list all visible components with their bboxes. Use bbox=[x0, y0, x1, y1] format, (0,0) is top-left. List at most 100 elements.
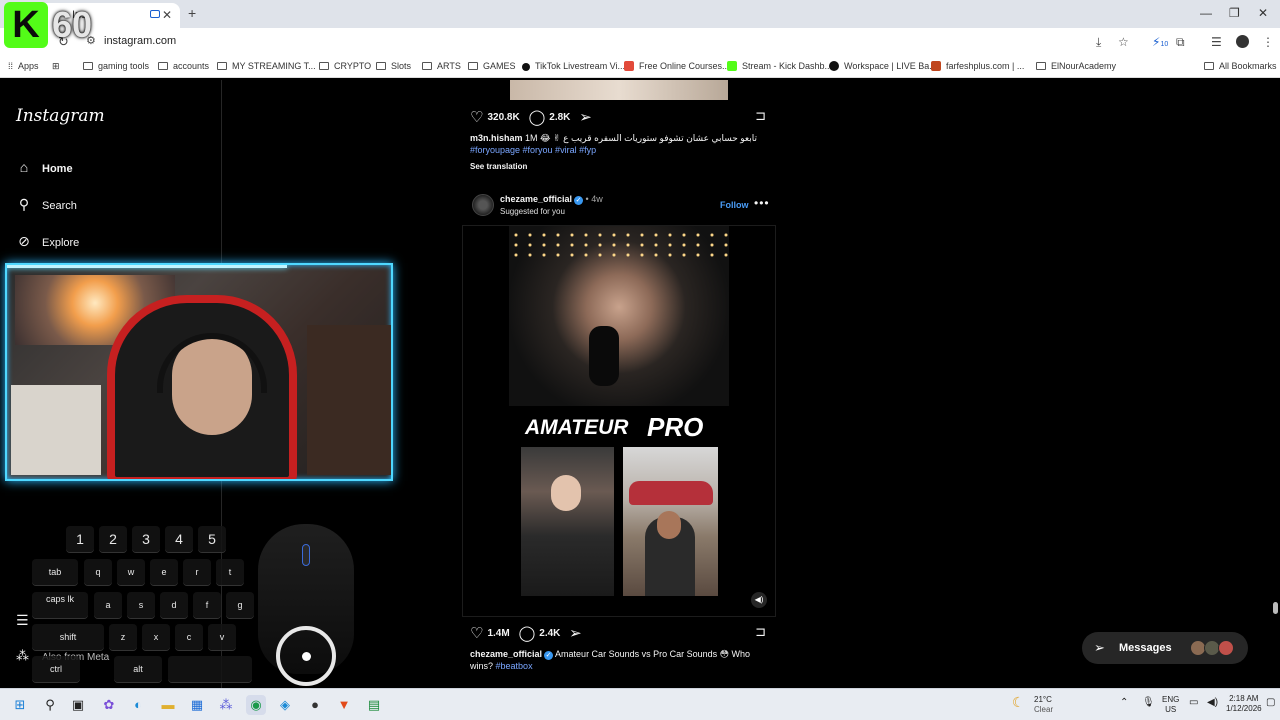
microphone-icon[interactable]: 🎙 bbox=[1142, 698, 1155, 708]
tab-groups-icon[interactable]: ⊞ bbox=[52, 61, 60, 72]
task-view-icon[interactable]: ▣ bbox=[68, 695, 88, 715]
comment-icon[interactable]: ◯ bbox=[528, 108, 545, 126]
post-username[interactable]: chezame_official ✓ • 4w bbox=[500, 194, 603, 205]
close-tab-icon[interactable]: ✕ bbox=[162, 8, 172, 22]
scrollbar-thumb[interactable] bbox=[1273, 602, 1278, 614]
boy-face bbox=[657, 511, 681, 539]
caption-username[interactable]: m3n.hisham bbox=[470, 133, 523, 143]
more-menu-icon[interactable]: ☰ bbox=[16, 612, 29, 629]
key-q: q bbox=[84, 559, 112, 585]
bookmark-folder[interactable]: GAMES bbox=[468, 61, 516, 71]
key-d: d bbox=[160, 592, 188, 618]
bookmark-star-icon[interactable]: ☆ bbox=[1118, 35, 1129, 49]
avatar[interactable] bbox=[472, 194, 494, 216]
reading-list-icon[interactable]: ☰ bbox=[1211, 35, 1222, 49]
key-caps-lock: caps lk bbox=[32, 592, 88, 618]
share-icon[interactable]: ➢ bbox=[579, 108, 592, 126]
bookmark-folder[interactable]: CRYPTO bbox=[319, 61, 371, 71]
store-icon[interactable]: ▦ bbox=[187, 695, 207, 715]
messages-button[interactable]: ➢ Messages bbox=[1082, 632, 1248, 664]
tray-overflow-icon[interactable]: ⌃ bbox=[1120, 698, 1128, 708]
chrome-icon[interactable]: ◉ bbox=[246, 695, 266, 715]
excel-icon[interactable]: ▤ bbox=[364, 695, 384, 715]
bookmark-folder[interactable]: ARTS bbox=[422, 61, 461, 71]
restore-icon[interactable]: ❐ bbox=[1229, 6, 1240, 20]
caption-text: 1M 😂 ✌ تابعو حسابي عشان تشوفو ستوريات ال… bbox=[525, 133, 758, 143]
viewer-count: 60 bbox=[52, 4, 93, 45]
folder-icon bbox=[319, 62, 329, 70]
volume-icon[interactable]: ◀) bbox=[1207, 698, 1218, 708]
extension-badge-icon[interactable]: ⚡10 bbox=[1152, 35, 1168, 49]
app-icon[interactable]: ◈ bbox=[275, 695, 295, 715]
bookmark-folder[interactable]: Slots bbox=[376, 61, 411, 71]
avatar bbox=[1218, 640, 1234, 656]
red-car bbox=[629, 481, 713, 505]
follow-button[interactable]: Follow bbox=[720, 200, 749, 210]
edge-icon[interactable]: ◐ bbox=[128, 695, 148, 715]
pro-clip bbox=[623, 447, 718, 596]
more-options-icon[interactable]: ••• bbox=[754, 196, 770, 210]
minimize-icon[interactable]: — bbox=[1200, 6, 1212, 20]
taskbar-search-icon[interactable]: ⚲ bbox=[40, 695, 60, 715]
save-icon[interactable]: ⊐ bbox=[755, 108, 766, 124]
bookmark-site[interactable]: TikTok Livestream Vi... bbox=[522, 61, 625, 71]
comment-icon[interactable]: ◯ bbox=[518, 624, 535, 642]
microphone bbox=[589, 326, 619, 386]
verified-badge-icon: ✓ bbox=[544, 651, 554, 660]
bookmark-site[interactable]: farfeshplus.com | ... bbox=[931, 61, 1024, 71]
post-media-video[interactable]: AMATEUR PRO ◀) bbox=[462, 225, 776, 617]
teams-icon[interactable]: ⁂ bbox=[216, 695, 236, 715]
sidebar-item-explore[interactable]: ⊘ Explore bbox=[16, 233, 79, 250]
shelf bbox=[11, 385, 101, 475]
profile-avatar[interactable] bbox=[1236, 35, 1249, 48]
sidebar-item-home[interactable]: ⌂ Home bbox=[16, 159, 73, 175]
see-translation-link[interactable]: See translation bbox=[470, 162, 527, 171]
close-window-icon[interactable]: ✕ bbox=[1258, 6, 1268, 20]
new-tab-button[interactable]: + bbox=[188, 5, 196, 21]
caption-tags[interactable]: #beatbox bbox=[496, 661, 533, 671]
bookmark-site[interactable]: Free Online Courses... bbox=[624, 61, 730, 71]
brave-icon[interactable]: ▼ bbox=[334, 695, 354, 715]
page-scrollbar[interactable] bbox=[1270, 80, 1280, 688]
file-explorer-icon[interactable]: ▬ bbox=[158, 695, 178, 715]
kick-viewer-overlay: K 60 bbox=[4, 2, 102, 50]
bookmark-apps[interactable]: ⁞⁞ Apps bbox=[8, 61, 39, 71]
bookmark-folder[interactable]: ElNourAcademy bbox=[1036, 61, 1116, 71]
like-icon[interactable]: ♡ bbox=[470, 108, 483, 126]
bookmark-folder[interactable]: accounts bbox=[158, 61, 209, 71]
weather-widget[interactable]: 21°C Clear bbox=[1034, 695, 1053, 715]
extensions-icon[interactable]: ⧉ bbox=[1176, 35, 1185, 50]
menu-icon[interactable]: ⋮ bbox=[1262, 35, 1274, 49]
bookmark-folder[interactable]: MY STREAMING T... bbox=[217, 61, 316, 71]
browser-toolbar: → ↻ ⚙ instagram.com ⤓ ☆ ⚡10 ⧉ ☰ ⋮ bbox=[0, 28, 1280, 56]
mouse-overlay bbox=[258, 524, 354, 686]
url-text: instagram.com bbox=[104, 35, 177, 47]
verified-badge-icon: ✓ bbox=[574, 196, 584, 205]
keyboard-overlay: 1 2 3 4 5 tab q w e r t caps lk a s d f … bbox=[28, 522, 258, 688]
obs-icon[interactable]: ● bbox=[305, 695, 325, 715]
sidebar-item-search[interactable]: ⚲ Search bbox=[16, 196, 77, 213]
clock[interactable]: 2:18 AM 1/12/2026 bbox=[1226, 694, 1262, 714]
previous-post-caption: m3n.hisham 1M 😂 ✌ تابعو حسابي عشان تشوفو… bbox=[470, 132, 770, 156]
mute-icon[interactable]: ◀) bbox=[751, 592, 767, 608]
tiktok-icon bbox=[522, 63, 530, 71]
bookmark-site[interactable]: Workspace | LIVE Ba... bbox=[829, 61, 937, 71]
bookmark-folder[interactable]: gaming tools bbox=[83, 61, 149, 71]
post-time: 4w bbox=[591, 194, 603, 204]
share-icon[interactable]: ➢ bbox=[569, 624, 582, 642]
address-bar[interactable]: ⚙ instagram.com bbox=[80, 31, 1140, 53]
instagram-logo[interactable]: Instagram bbox=[16, 106, 105, 126]
save-icon[interactable]: ⊐ bbox=[755, 624, 766, 640]
bookmark-site[interactable]: Stream - Kick Dashb... bbox=[727, 61, 832, 71]
install-app-icon[interactable]: ⤓ bbox=[1096, 35, 1101, 50]
windows-start-icon[interactable]: ⊞ bbox=[10, 695, 30, 715]
caption-username[interactable]: chezame_official ✓ bbox=[470, 649, 554, 660]
key-alt: alt bbox=[114, 656, 162, 682]
like-icon[interactable]: ♡ bbox=[470, 624, 483, 642]
network-icon[interactable]: ▭ bbox=[1189, 698, 1198, 708]
language-indicator[interactable]: ENG US bbox=[1162, 695, 1179, 715]
copilot-icon[interactable]: ✿ bbox=[99, 695, 119, 715]
caption-tags[interactable]: #foryoupage #foryou #viral #fyp bbox=[470, 145, 596, 155]
notifications-icon[interactable]: ▢ bbox=[1266, 698, 1275, 708]
all-bookmarks[interactable]: All Bookmarks bbox=[1204, 61, 1277, 71]
